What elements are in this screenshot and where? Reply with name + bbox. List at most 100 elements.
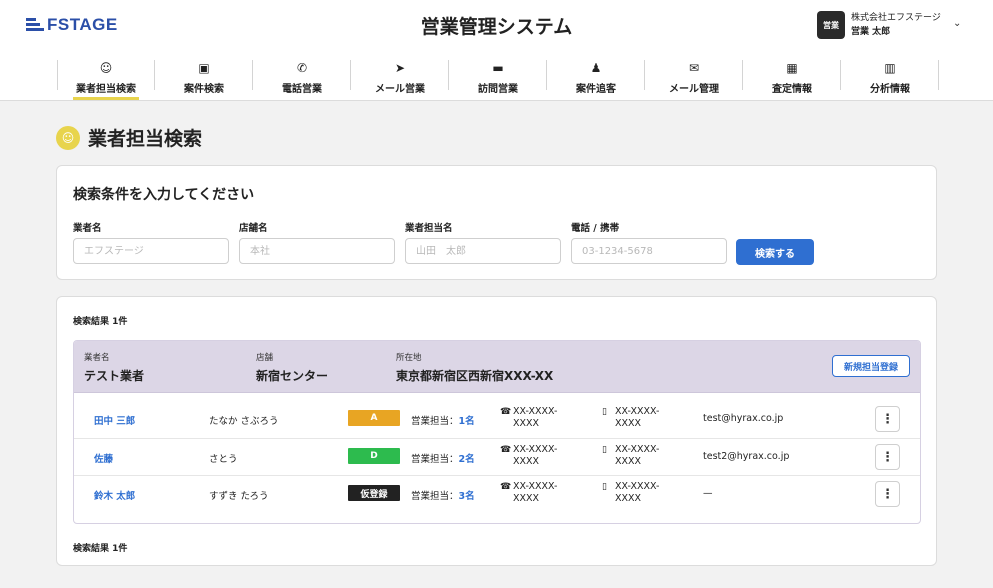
user-menu[interactable]: 営業 株式会社エフステージ 営業 太郎	[817, 11, 941, 39]
search-title: 検索条件を入力してください	[73, 187, 255, 203]
more-options-icon[interactable]: ⋮	[875, 481, 900, 507]
nav-item-label: メール管理	[669, 84, 719, 95]
more-options-icon[interactable]: ⋮	[875, 444, 900, 470]
results-panel: 検索結果 1件 業者名 テスト業者 店舗 新宿センター 所在地 東京都新宿区西新…	[56, 296, 937, 566]
nav-item-phone-sales[interactable]: ✆ 電話営業	[253, 58, 351, 100]
company-card: 業者名 テスト業者 店舗 新宿センター 所在地 東京都新宿区西新宿XXX-XX …	[73, 340, 921, 524]
address: 東京都新宿区西新宿XXX-XX	[396, 369, 554, 383]
chevron-down-icon[interactable]: ⌄	[953, 18, 961, 29]
send-icon: ➤	[394, 61, 406, 75]
walking-icon: ♟	[590, 61, 602, 75]
company-name: テスト業者	[84, 369, 145, 383]
store-name-input[interactable]	[239, 238, 395, 264]
rank-badge: 仮登録	[348, 485, 400, 501]
nav-item-label: 案件追客	[576, 84, 616, 95]
company-header: 業者名 テスト業者 店舗 新宿センター 所在地 東京都新宿区西新宿XXX-XX …	[74, 341, 920, 393]
nav-item-analytics-info[interactable]: ▥ 分析情報	[841, 58, 939, 100]
user-search-icon: ☺	[56, 125, 80, 150]
briefcase-icon: ▬	[492, 61, 504, 75]
table-row: 鈴木 太郎 すずき たろう 仮登録 営業担当：3名 ☎ XX-XXXX-XXXX …	[74, 475, 920, 512]
assign-label: 営業担当：	[411, 416, 459, 427]
user-company: 株式会社エフステージ	[851, 13, 941, 23]
staff-email: test@hyrax.co.jp	[703, 413, 784, 424]
phone-field: 電話 / 携帯	[571, 220, 727, 264]
vendor-name-input[interactable]	[73, 238, 229, 264]
staff-name-link[interactable]: 田中 三郎	[94, 413, 135, 427]
assign-count-link[interactable]: 2名	[459, 454, 475, 465]
mobile-number: XX-XXXX-XXXX	[615, 406, 660, 429]
vendor-name-field: 業者名	[73, 220, 229, 264]
search-button[interactable]: 検索する	[736, 239, 814, 265]
nav-item-visit-sales[interactable]: ▬ 訪問営業	[449, 58, 547, 100]
store-label: 店舗	[256, 353, 274, 363]
staff-name-link[interactable]: 佐藤	[94, 451, 113, 465]
nav-item-case-search[interactable]: ▣ 案件検索	[155, 58, 253, 100]
phone-input[interactable]	[571, 238, 727, 264]
user-name: 営業 太郎	[851, 27, 891, 37]
tel-number: XX-XXXX-XXXX	[513, 444, 558, 467]
assign-count-link[interactable]: 3名	[459, 491, 475, 502]
nav-item-label: 分析情報	[870, 84, 910, 95]
store-name-field: 店舗名	[239, 220, 395, 264]
page-title: 業者担当検索	[88, 128, 203, 150]
phone-icon: ☎	[500, 407, 512, 417]
phone-icon: ☎	[500, 445, 512, 455]
nav-item-label: 査定情報	[772, 84, 812, 95]
nav-item-label: 訪問営業	[478, 84, 518, 95]
page-header: ☺ 業者担当検索	[56, 124, 202, 151]
staff-email: test2@hyrax.co.jp	[703, 451, 790, 462]
mobile-phone-icon: ▯	[602, 445, 607, 455]
assign-label: 営業担当：	[411, 491, 459, 502]
mobile-phone-icon: ▯	[602, 407, 607, 417]
top-bar: FSTAGE 営業管理システム 営業 株式会社エフステージ 営業 太郎 ⌄ ☺ …	[0, 0, 993, 101]
nav-item-label: 業者担当検索	[76, 84, 136, 95]
mobile-number: XX-XXXX-XXXX	[615, 481, 660, 504]
field-label: 業者担当名	[405, 223, 453, 234]
phone-icon: ☎	[500, 482, 512, 492]
store-name: 新宿センター	[256, 369, 329, 383]
nav-item-case-followup[interactable]: ♟ 案件追客	[547, 58, 645, 100]
field-label: 電話 / 携帯	[571, 223, 620, 234]
table-row: 佐藤 さとう D 営業担当：2名 ☎ XX-XXXX-XXXX ▯ XX-XXXX-…	[74, 438, 920, 475]
mail-icon: ✉	[688, 61, 700, 75]
tel-cell: ☎ XX-XXXX-XXXX	[500, 406, 570, 430]
mobile-cell: ▯ XX-XXXX-XXXX	[602, 444, 672, 468]
nav-item-mail-management[interactable]: ✉ メール管理	[645, 58, 743, 100]
assign-info: 営業担当：3名	[411, 488, 475, 502]
result-count-bottom: 検索結果 1件	[73, 544, 128, 554]
case-search-icon: ▣	[198, 61, 210, 75]
company-name-label: 業者名	[84, 353, 110, 363]
nav-item-mail-sales[interactable]: ➤ メール営業	[351, 58, 449, 100]
address-label: 所在地	[396, 353, 422, 363]
nav-item-assessment-info[interactable]: ▦ 査定情報	[743, 58, 841, 100]
nav-item-vendor-staff-search[interactable]: ☺ 業者担当検索	[57, 58, 155, 100]
mobile-number: XX-XXXX-XXXX	[615, 444, 660, 467]
chart-icon: ▥	[884, 61, 896, 75]
assign-info: 営業担当：2名	[411, 451, 475, 465]
nav-item-label: 案件検索	[184, 84, 224, 95]
staff-kana: たなか さぶろう	[209, 416, 279, 427]
mobile-cell: ▯ XX-XXXX-XXXX	[602, 406, 672, 430]
nav-item-label: 電話営業	[282, 84, 322, 95]
staff-email: —	[703, 488, 713, 499]
staff-kana: さとう	[209, 454, 238, 465]
register-staff-button[interactable]: 新規担当登録	[832, 355, 910, 377]
main-nav: ☺ 業者担当検索 ▣ 案件検索 ✆ 電話営業 ➤ メール営業 ▬ 訪問営業 ♟ …	[57, 58, 939, 100]
assign-count-link[interactable]: 1名	[459, 416, 475, 427]
user-search-icon: ☺	[99, 61, 113, 75]
avatar: 営業	[817, 11, 845, 39]
tel-cell: ☎ XX-XXXX-XXXX	[500, 481, 570, 505]
assign-info: 営業担当：1名	[411, 413, 475, 427]
search-panel: 検索条件を入力してください 業者名 店舗名 業者担当名 電話 / 携帯 検索する	[56, 165, 937, 280]
tel-cell: ☎ XX-XXXX-XXXX	[500, 444, 570, 468]
mobile-phone-icon: ▯	[602, 482, 607, 492]
staff-name-link[interactable]: 鈴木 太郎	[94, 488, 135, 502]
table-row: 田中 三郎 たなか さぶろう A 営業担当：1名 ☎ XX-XXXX-XXXX ▯…	[74, 401, 920, 438]
rank-badge: D	[348, 448, 400, 464]
more-options-icon[interactable]: ⋮	[875, 406, 900, 432]
staff-name-field: 業者担当名	[405, 220, 561, 264]
field-label: 業者名	[73, 223, 102, 234]
nav-item-label: メール営業	[375, 84, 425, 95]
staff-kana: すずき たろう	[209, 491, 269, 502]
staff-name-input[interactable]	[405, 238, 561, 264]
